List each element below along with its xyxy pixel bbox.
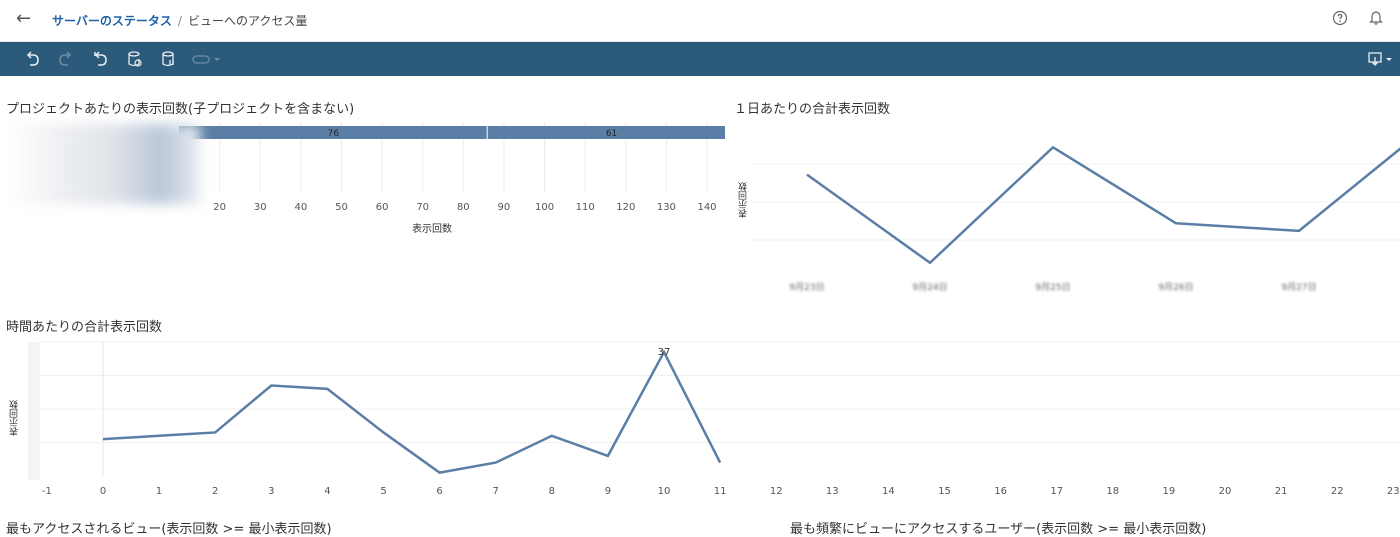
breadcrumb-server-status-link[interactable]: サーバーのステータス xyxy=(52,14,172,28)
breadcrumb: サーバーのステータス / ビューへのアクセス量 xyxy=(52,12,307,29)
help-circle-icon[interactable] xyxy=(1332,10,1348,26)
hourly-chart-x-tick: 0 xyxy=(100,486,106,497)
daily-views-line-chart: 9月23日 9月24日 9月25日 9月26日 9月27日 xyxy=(752,145,1400,293)
pause-updates-icon[interactable] xyxy=(160,50,178,68)
hourly-chart-x-tick: 19 xyxy=(1163,486,1176,497)
hourly-chart-x-tick: -1 xyxy=(42,486,52,497)
hourly-chart-x-tick: 17 xyxy=(1050,486,1063,497)
hourly-chart-x-tick: 12 xyxy=(770,486,783,497)
project-chart-x-tick: 120 xyxy=(616,202,635,213)
hourly-chart-x-tick: 8 xyxy=(549,486,555,497)
hourly-chart-x-tick: 10 xyxy=(658,486,671,497)
project-names-redacted xyxy=(8,124,200,204)
daily-chart-x-tick: 9月24日 xyxy=(912,282,947,293)
hourly-chart-x-tick: 14 xyxy=(882,486,895,497)
hourly-chart-x-tick: 23 xyxy=(1387,486,1400,497)
hourly-chart-x-tick: 9 xyxy=(605,486,611,497)
bell-icon[interactable] xyxy=(1368,10,1384,26)
hourly-peak-data-label: 37 xyxy=(658,347,671,358)
hourly-chart-x-tick: 4 xyxy=(324,486,330,497)
back-arrow-icon[interactable]: ← xyxy=(16,8,31,29)
daily-chart-y-axis-label: 表示回数 xyxy=(739,182,749,218)
hourly-views-line xyxy=(102,349,722,474)
hourly-chart-y-axis-area xyxy=(28,342,40,480)
refresh-data-icon[interactable] xyxy=(126,50,144,68)
toggle-icon[interactable] xyxy=(192,50,220,68)
hourly-chart-x-tick: 2 xyxy=(212,486,218,497)
hourly-chart-x-tick: 6 xyxy=(436,486,442,497)
hourly-chart-x-tick: 3 xyxy=(268,486,274,497)
breadcrumb-current: ビューへのアクセス量 xyxy=(187,14,308,28)
project-chart-x-tick: 50 xyxy=(335,202,348,213)
top-users-title: 最も頻繁にビューにアクセスするユーザー(表示回数 >= 最小表示回数) xyxy=(790,522,1207,537)
daily-chart-x-tick: 9月25日 xyxy=(1035,282,1070,293)
download-icon[interactable] xyxy=(1368,50,1394,68)
hourly-chart-x-tick: 15 xyxy=(938,486,951,497)
daily-chart-x-tick: 9月26日 xyxy=(1158,282,1193,293)
hourly-chart-x-tick: 20 xyxy=(1219,486,1232,497)
daily-chart-x-tick: 9月23日 xyxy=(789,282,824,293)
daily-chart-x-tick: 9月27日 xyxy=(1281,282,1316,293)
revert-icon[interactable] xyxy=(92,50,110,68)
project-chart-x-tick: 80 xyxy=(457,202,470,213)
hourly-chart-x-tick: 5 xyxy=(380,486,386,497)
project-bar-segment-label: 61 xyxy=(606,129,617,139)
project-chart-x-tick: 60 xyxy=(376,202,389,213)
project-chart-x-tick: 90 xyxy=(498,202,511,213)
hourly-chart-x-tick: 13 xyxy=(826,486,839,497)
project-chart-x-tick: 130 xyxy=(657,202,676,213)
viz-toolbar xyxy=(0,42,1400,76)
daily-views-line xyxy=(806,145,1400,265)
project-chart-x-tick: 70 xyxy=(416,202,429,213)
hourly-chart-x-tick: 11 xyxy=(714,486,727,497)
hourly-views-line-chart: 37 -1 0 1 2 3 4 5 6 7 8 9 10 11 12 13 14 15 16 17 18 19 20 21 2… xyxy=(28,341,1400,497)
hourly-chart-x-tick: 18 xyxy=(1106,486,1119,497)
redo-icon[interactable] xyxy=(56,50,74,68)
project-chart-x-tick: 140 xyxy=(697,202,716,213)
hourly-views-title: 時間あたりの合計表示回数 xyxy=(6,320,163,335)
project-views-title: プロジェクトあたりの表示回数(子プロジェクトを含まない) xyxy=(6,102,355,117)
project-chart-x-tick: 100 xyxy=(535,202,554,213)
project-chart-x-tick: 30 xyxy=(254,202,267,213)
project-chart-x-tick: 20 xyxy=(213,202,226,213)
hourly-chart-x-tick: 22 xyxy=(1331,486,1344,497)
daily-views-title: １日あたりの合計表示回数 xyxy=(734,102,891,117)
top-header: ← サーバーのステータス / ビューへのアクセス量 xyxy=(0,0,1400,42)
project-chart-x-tick: 110 xyxy=(576,202,595,213)
top-views-title: 最もアクセスされるビュー(表示回数 >= 最小表示回数) xyxy=(6,522,332,537)
hourly-chart-x-tick: 1 xyxy=(156,486,162,497)
project-chart-x-tick: 40 xyxy=(294,202,307,213)
hourly-chart-x-tick: 21 xyxy=(1275,486,1288,497)
hourly-chart-x-tick: 16 xyxy=(994,486,1007,497)
project-bar-segment-label: 76 xyxy=(328,129,340,139)
hourly-chart-x-tick: 7 xyxy=(493,486,499,497)
breadcrumb-separator: / xyxy=(177,14,182,28)
undo-icon[interactable] xyxy=(24,50,42,68)
project-chart-x-axis-label: 表示回数 xyxy=(412,222,452,235)
